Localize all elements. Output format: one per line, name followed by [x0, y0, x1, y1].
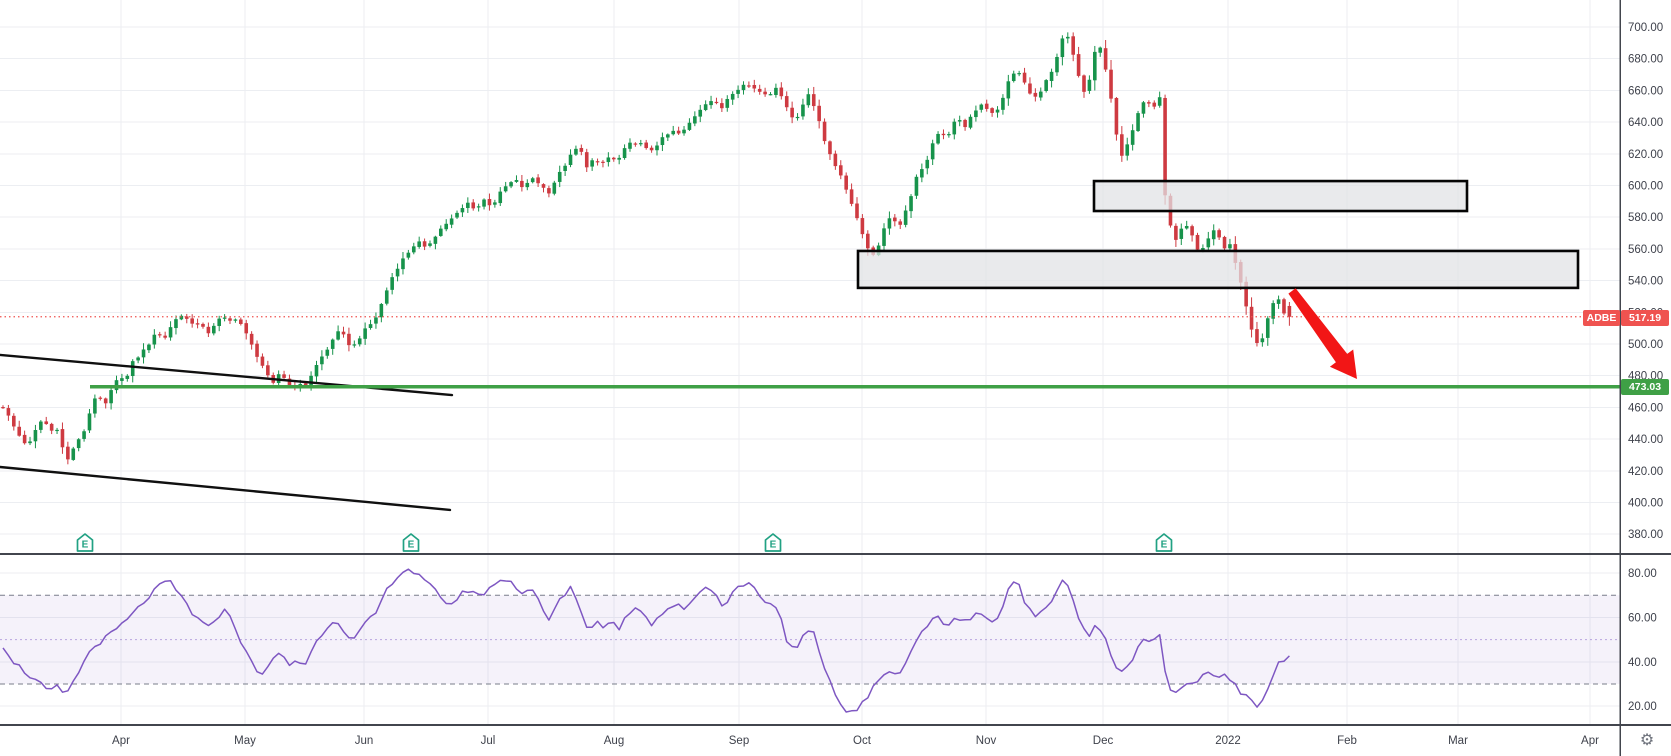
ticker-price-flag: ADBE: [1583, 310, 1620, 326]
gear-icon: ⚙: [1640, 730, 1654, 750]
svg-text:E: E: [1161, 540, 1168, 551]
svg-text:E: E: [82, 540, 89, 551]
supply-zone-upper: [1094, 181, 1467, 211]
time-axis-settings-button[interactable]: ⚙: [1628, 726, 1666, 754]
price-axis[interactable]: [1620, 0, 1671, 725]
support-line-axis-label: 473.03: [1621, 379, 1669, 395]
last-price-axis-label: 517.19: [1621, 310, 1669, 326]
svg-text:E: E: [408, 540, 415, 551]
time-axis[interactable]: [0, 725, 1620, 756]
pane-separator-handle[interactable]: [0, 550, 1620, 558]
chart-canvas[interactable]: 700.00680.00660.00640.00620.00600.00580.…: [0, 0, 1671, 756]
supply-zone-lower: [858, 251, 1578, 288]
svg-text:E: E: [770, 540, 777, 551]
trading-chart-app: 700.00680.00660.00640.00620.00600.00580.…: [0, 0, 1671, 756]
chart-svg: 700.00680.00660.00640.00620.00600.00580.…: [0, 0, 1671, 756]
